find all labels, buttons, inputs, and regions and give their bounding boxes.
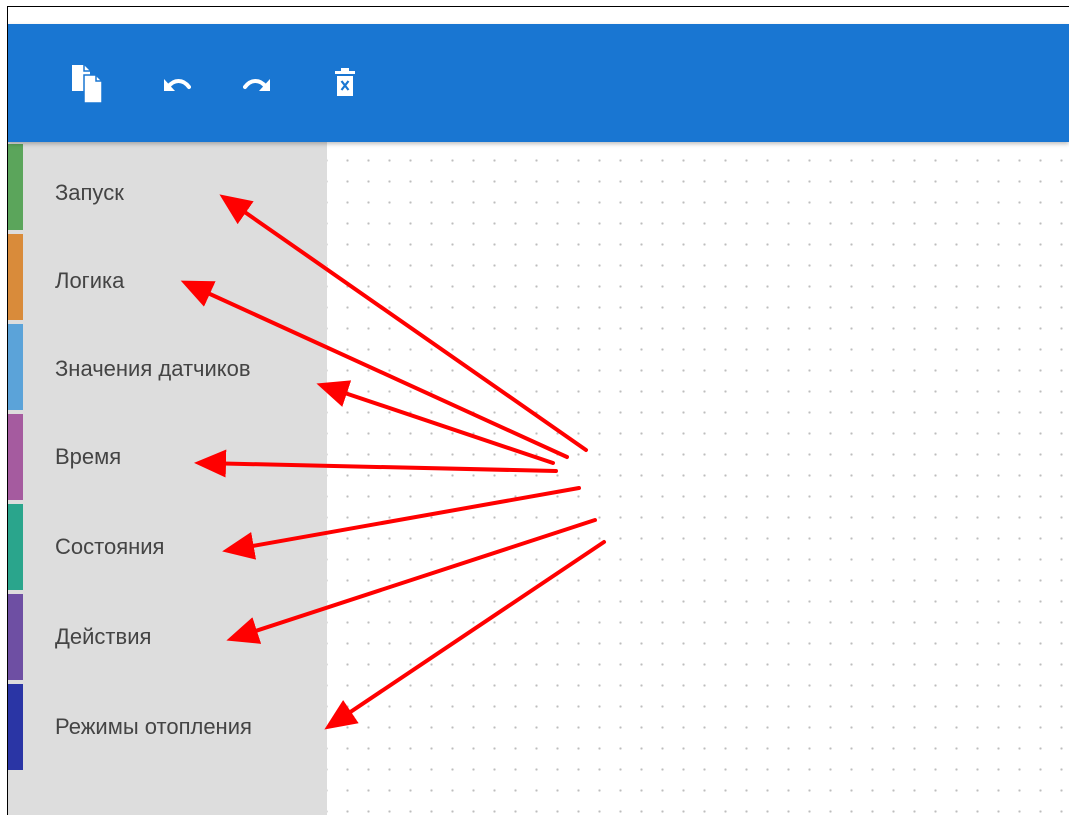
category-color-bar — [8, 144, 23, 230]
toolbar — [8, 24, 1069, 142]
undo-button[interactable] — [158, 62, 192, 104]
category-color-bar — [8, 684, 23, 770]
delete-button[interactable] — [332, 62, 358, 104]
category-time[interactable]: Время — [8, 414, 327, 502]
category-sidebar: Запуск Логика Значения датчиков Время Со… — [8, 142, 327, 815]
category-color-bar — [8, 594, 23, 680]
category-label: Запуск — [55, 180, 124, 205]
category-label: Состояния — [55, 534, 165, 559]
category-color-bar — [8, 234, 23, 320]
category-color-bar — [8, 324, 23, 410]
app-frame: Запуск Логика Значения датчиков Время Со… — [7, 6, 1069, 815]
undo-icon — [164, 79, 191, 91]
category-sensor-values[interactable]: Значения датчиков — [8, 324, 327, 412]
redo-button[interactable] — [242, 62, 276, 104]
category-heating-modes[interactable]: Режимы отопления — [8, 684, 327, 772]
category-actions[interactable]: Действия — [8, 594, 327, 682]
trash-icon — [335, 68, 355, 96]
category-color-bar — [8, 504, 23, 590]
redo-icon — [243, 79, 270, 91]
category-label: Действия — [55, 624, 152, 649]
category-logic[interactable]: Логика — [8, 234, 327, 322]
category-label: Режимы отопления — [55, 714, 252, 739]
block-workspace[interactable] — [327, 142, 1069, 815]
category-launch[interactable]: Запуск — [8, 144, 327, 232]
category-label: Время — [55, 444, 122, 469]
category-color-bar — [8, 414, 23, 500]
copy-icon — [72, 65, 103, 104]
category-label: Логика — [55, 268, 125, 293]
category-label: Значения датчиков — [55, 356, 251, 381]
copy-button[interactable] — [68, 62, 106, 104]
category-states[interactable]: Состояния — [8, 504, 327, 592]
